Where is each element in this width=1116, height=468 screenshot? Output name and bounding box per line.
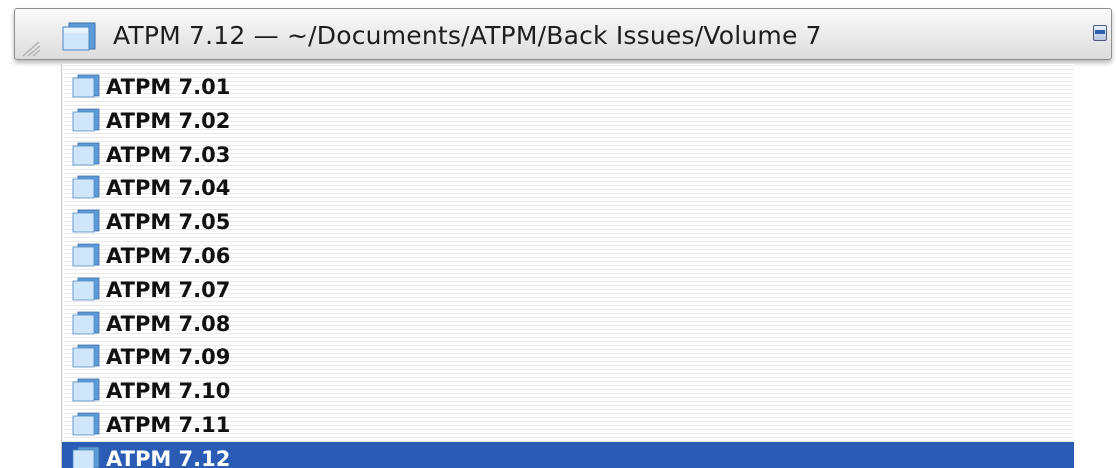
folder-icon: [72, 277, 100, 301]
resize-grip-icon[interactable]: [19, 39, 41, 57]
file-list[interactable]: ATPM 7.01 ATPM 7.02 ATPM 7.03 ATPM 7.04 ATPM…: [61, 64, 1074, 468]
path-title-bar[interactable]: ATPM 7.12 — ~/Documents/ATPM/Back Issues…: [14, 8, 1112, 60]
folder-icon: [72, 108, 100, 132]
folder-icon: [72, 142, 100, 165]
list-item[interactable]: ATPM 7.07: [62, 273, 1074, 307]
folder-icon: [62, 22, 96, 51]
window-title: ATPM 7.12 — ~/Documents/ATPM/Back Issues…: [113, 21, 822, 50]
list-item-label: ATPM 7.02: [106, 108, 231, 133]
list-item[interactable]: ATPM 7.09: [62, 340, 1074, 374]
list-item-label: ATPM 7.04: [106, 176, 231, 201]
list-item[interactable]: ATPM 7.02: [62, 104, 1074, 138]
list-item[interactable]: ATPM 7.10: [62, 374, 1074, 408]
folder-icon: [72, 175, 100, 199]
list-item-label: ATPM 7.06: [106, 244, 231, 268]
finder-path-window: ATPM 7.12 — ~/Documents/ATPM/Back Issues…: [0, 0, 1116, 468]
toolbar-toggle-button[interactable]: [1093, 25, 1107, 41]
list-item[interactable]: ATPM 7.11: [62, 408, 1074, 442]
list-item[interactable]: ATPM 7.03: [62, 138, 1074, 172]
folder-icon: [72, 446, 100, 468]
folder-icon: [72, 209, 100, 233]
folder-icon: [72, 344, 100, 368]
list-item[interactable]: ATPM 7.08: [62, 307, 1074, 341]
list-item[interactable]: ATPM 7.12: [62, 441, 1074, 468]
list-item-label: ATPM 7.08: [106, 311, 231, 336]
list-item-label: ATPM 7.03: [106, 142, 231, 167]
list-item-label: ATPM 7.07: [106, 277, 231, 302]
list-item-label: ATPM 7.10: [106, 379, 231, 404]
list-item-label: ATPM 7.09: [106, 345, 231, 370]
list-item[interactable]: ATPM 7.05: [62, 205, 1074, 239]
list-item[interactable]: ATPM 7.01: [62, 70, 1074, 104]
list-item[interactable]: ATPM 7.06: [62, 239, 1074, 273]
list-item-label: ATPM 7.01: [106, 75, 231, 99]
list-item-label: ATPM 7.12: [106, 446, 231, 468]
folder-icon: [72, 243, 100, 267]
list-item[interactable]: ATPM 7.04: [62, 171, 1074, 205]
folder-icon: [72, 74, 100, 98]
folder-icon: [72, 412, 100, 436]
list-item-label: ATPM 7.05: [106, 210, 231, 235]
list-item-label: ATPM 7.11: [106, 413, 231, 437]
folder-icon: [72, 311, 100, 334]
folder-icon: [72, 378, 100, 402]
